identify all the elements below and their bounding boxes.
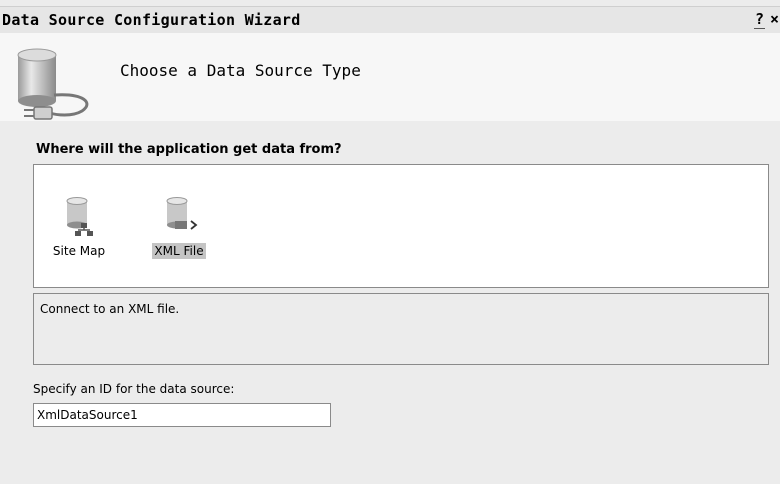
wizard-header: Choose a Data Source Type: [0, 33, 780, 121]
window-title: Data Source Configuration Wizard: [2, 11, 301, 29]
title-bar: Data Source Configuration Wizard ? ×: [0, 6, 780, 34]
description-panel: Connect to an XML file.: [33, 293, 769, 365]
site-map-database-icon: [66, 197, 93, 236]
source-type-label: XML File: [152, 243, 206, 259]
description-text: Connect to an XML file.: [40, 302, 180, 316]
title-buttons: ? ×: [753, 10, 780, 29]
database-plug-icon: [17, 48, 89, 120]
source-type-label: Site Map: [52, 244, 106, 258]
xml-file-database-icon: [166, 197, 198, 230]
source-type-site-map[interactable]: Site Map: [44, 195, 114, 259]
data-source-id-input[interactable]: [33, 403, 331, 427]
id-field-label: Specify an ID for the data source:: [33, 382, 235, 396]
page-title: Choose a Data Source Type: [120, 61, 361, 80]
source-type-list[interactable]: Site Map XML File: [33, 164, 769, 288]
help-button[interactable]: ?: [753, 10, 765, 29]
source-question-label: Where will the application get data from…: [36, 142, 342, 157]
wizard-window: Data Source Configuration Wizard ? × Cho…: [0, 0, 780, 484]
close-button[interactable]: ×: [769, 10, 780, 29]
source-type-xml-file[interactable]: XML File: [144, 195, 214, 259]
